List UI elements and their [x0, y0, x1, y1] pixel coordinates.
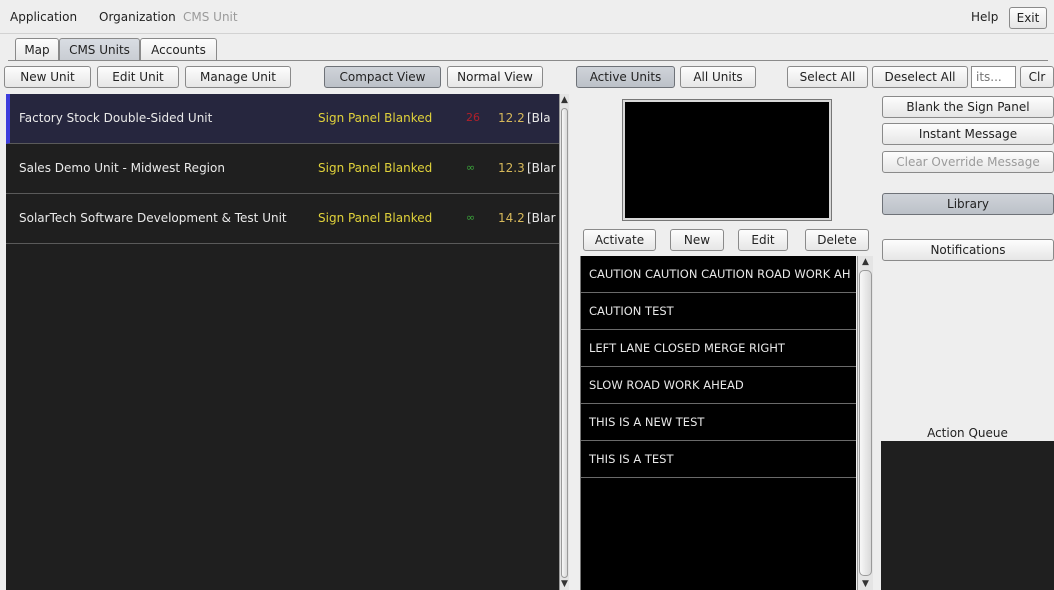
list-item[interactable]: CAUTION CAUTION CAUTION ROAD WORK AH	[581, 256, 856, 293]
menu-cms-unit[interactable]: CMS Unit	[183, 10, 238, 24]
delete-message-button[interactable]: Delete	[805, 229, 869, 251]
activate-button[interactable]: Activate	[583, 229, 656, 251]
unit-row[interactable]: Factory Stock Double-Sided Unit Sign Pan…	[6, 94, 559, 144]
scroll-up-arrow-icon[interactable]: ▲	[560, 94, 569, 106]
edit-message-button[interactable]: Edit	[738, 229, 788, 251]
tab-divider	[8, 60, 1048, 61]
active-units-button[interactable]: Active Units	[576, 66, 675, 88]
unit-status: Sign Panel Blanked	[318, 161, 433, 175]
menu-organization[interactable]: Organization	[99, 10, 176, 24]
list-item[interactable]: CAUTION TEST	[581, 293, 856, 330]
deselect-all-button[interactable]: Deselect All	[872, 66, 968, 88]
list-item[interactable]: SLOW ROAD WORK AHEAD	[581, 367, 856, 404]
all-units-button[interactable]: All Units	[680, 66, 756, 88]
unit-list-scroll-thumb[interactable]	[561, 108, 568, 578]
unit-status: Sign Panel Blanked	[318, 211, 433, 225]
unit-name: Sales Demo Unit - Midwest Region	[19, 161, 225, 175]
compact-view-button[interactable]: Compact View	[324, 66, 441, 88]
action-queue-label: Action Queue	[927, 426, 1008, 440]
normal-view-button[interactable]: Normal View	[447, 66, 543, 88]
clear-override-button[interactable]: Clear Override Message	[882, 151, 1054, 173]
menu-bar: Application Organization CMS Unit Help E…	[0, 0, 1054, 34]
library-button[interactable]: Library	[882, 193, 1054, 215]
clear-search-button[interactable]: Clr	[1020, 66, 1054, 88]
blank-sign-panel-button[interactable]: Blank the Sign Panel	[882, 96, 1054, 118]
unit-battery-voltage: 12.2	[498, 111, 525, 125]
unit-list: Factory Stock Double-Sided Unit Sign Pan…	[6, 94, 569, 590]
new-unit-button[interactable]: New Unit	[4, 66, 91, 88]
message-list-scroll-thumb[interactable]	[859, 270, 872, 576]
unit-current-message: [Blar	[527, 161, 556, 175]
message-list-scrollbar[interactable]: ▲ ▼	[857, 256, 873, 590]
unit-search-input[interactable]	[971, 66, 1016, 88]
select-all-button[interactable]: Select All	[787, 66, 868, 88]
scroll-up-arrow-icon[interactable]: ▲	[858, 256, 873, 268]
unit-name: Factory Stock Double-Sided Unit	[19, 111, 213, 125]
instant-message-button[interactable]: Instant Message	[882, 123, 1054, 145]
tab-cms-units[interactable]: CMS Units	[59, 38, 140, 60]
menu-application[interactable]: Application	[10, 10, 77, 24]
manage-unit-button[interactable]: Manage Unit	[185, 66, 291, 88]
message-list: CAUTION CAUTION CAUTION ROAD WORK AH CAU…	[580, 256, 856, 590]
tab-map[interactable]: Map	[15, 38, 59, 60]
sign-preview	[622, 99, 832, 221]
list-item[interactable]: LEFT LANE CLOSED MERGE RIGHT	[581, 330, 856, 367]
unit-list-scrollbar[interactable]: ▲ ▼	[559, 94, 569, 590]
scroll-down-arrow-icon[interactable]: ▼	[858, 578, 873, 590]
unit-message-count: 26	[466, 111, 480, 124]
unit-row[interactable]: Sales Demo Unit - Midwest Region Sign Pa…	[6, 144, 559, 194]
unit-battery-voltage: 14.2	[498, 211, 525, 225]
exit-button[interactable]: Exit	[1009, 7, 1047, 29]
unit-message-count: ∞	[466, 211, 476, 224]
notifications-button[interactable]: Notifications	[882, 239, 1054, 261]
unit-current-message: [Bla	[527, 111, 551, 125]
list-item[interactable]: THIS IS A NEW TEST	[581, 404, 856, 441]
tab-accounts[interactable]: Accounts	[140, 38, 217, 60]
scroll-down-arrow-icon[interactable]: ▼	[560, 578, 569, 590]
edit-unit-button[interactable]: Edit Unit	[97, 66, 179, 88]
unit-message-count: ∞	[466, 161, 476, 174]
unit-current-message: [Blar	[527, 211, 556, 225]
action-queue-list	[881, 441, 1054, 590]
unit-row[interactable]: SolarTech Software Development & Test Un…	[6, 194, 559, 244]
new-message-button[interactable]: New	[670, 229, 724, 251]
unit-name: SolarTech Software Development & Test Un…	[19, 211, 287, 225]
unit-status: Sign Panel Blanked	[318, 111, 433, 125]
unit-battery-voltage: 12.3	[498, 161, 525, 175]
list-item[interactable]: THIS IS A TEST	[581, 441, 856, 478]
menu-help[interactable]: Help	[971, 10, 998, 24]
